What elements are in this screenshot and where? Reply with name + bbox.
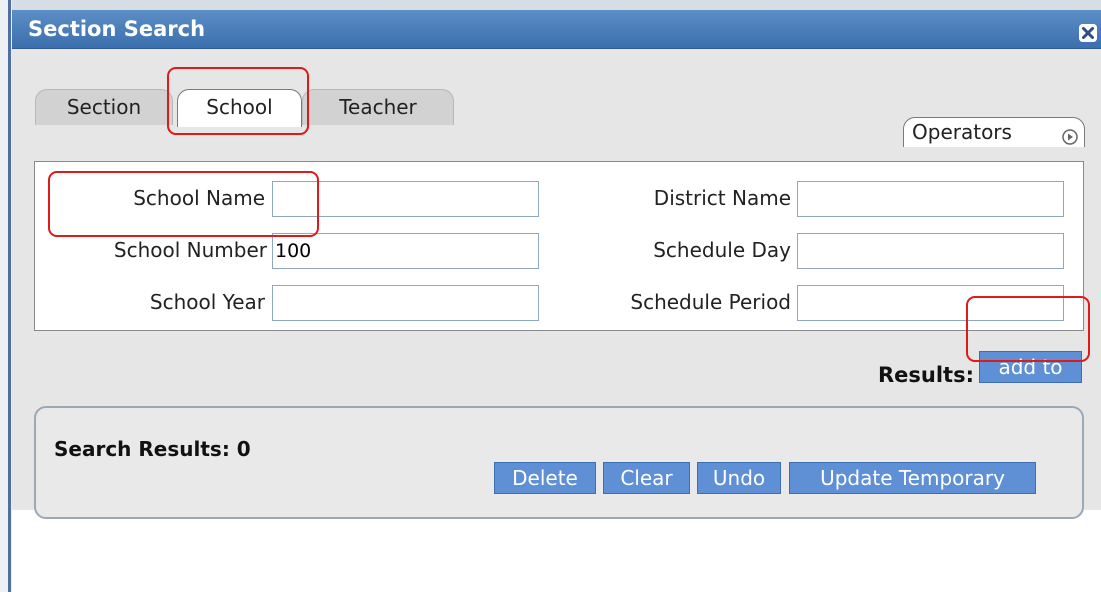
section-search-dialog: Section Search Section School Teacher Op… — [12, 10, 1101, 592]
dialog-titlebar: Section Search — [12, 10, 1101, 49]
dialog-title: Section Search — [28, 17, 206, 41]
close-icon[interactable] — [1079, 24, 1097, 42]
search-results-count: Search Results: 0 — [54, 437, 251, 461]
play-circle-icon — [1062, 124, 1078, 152]
schedule-period-input[interactable] — [797, 285, 1064, 321]
tab-teacher[interactable]: Teacher — [302, 89, 454, 125]
operators-label: Operators — [912, 120, 1012, 144]
schedule-period-label: Schedule Period — [630, 290, 791, 314]
school-year-input[interactable] — [272, 285, 539, 321]
background-window-strip — [12, 0, 1101, 10]
add-to-results-button[interactable]: add to — [979, 351, 1082, 383]
operators-button[interactable]: Operators — [903, 117, 1085, 147]
background-window-edge — [0, 0, 12, 592]
district-name-input[interactable] — [797, 181, 1064, 217]
search-results-panel: Search Results: 0 Delete Clear Undo Upda… — [34, 406, 1084, 519]
school-name-label: School Name — [133, 186, 265, 210]
school-number-label: School Number — [113, 238, 267, 262]
tab-section[interactable]: Section — [35, 89, 173, 125]
results-label: Results: — [878, 363, 974, 387]
schedule-day-input[interactable] — [797, 233, 1064, 269]
school-year-label: School Year — [149, 290, 265, 314]
school-name-input[interactable] — [272, 181, 539, 217]
update-temporary-button[interactable]: Update Temporary — [789, 462, 1036, 494]
tab-school[interactable]: School — [177, 89, 302, 127]
school-number-input[interactable] — [272, 233, 539, 269]
dialog-body: Section School Teacher Operators School … — [12, 49, 1101, 519]
delete-button[interactable]: Delete — [494, 462, 596, 494]
clear-button[interactable]: Clear — [603, 462, 690, 494]
schedule-day-label: Schedule Day — [653, 238, 791, 262]
undo-button[interactable]: Undo — [697, 462, 781, 494]
district-name-label: District Name — [653, 186, 791, 210]
school-search-form: School Name School Number School Year Di… — [34, 161, 1084, 331]
